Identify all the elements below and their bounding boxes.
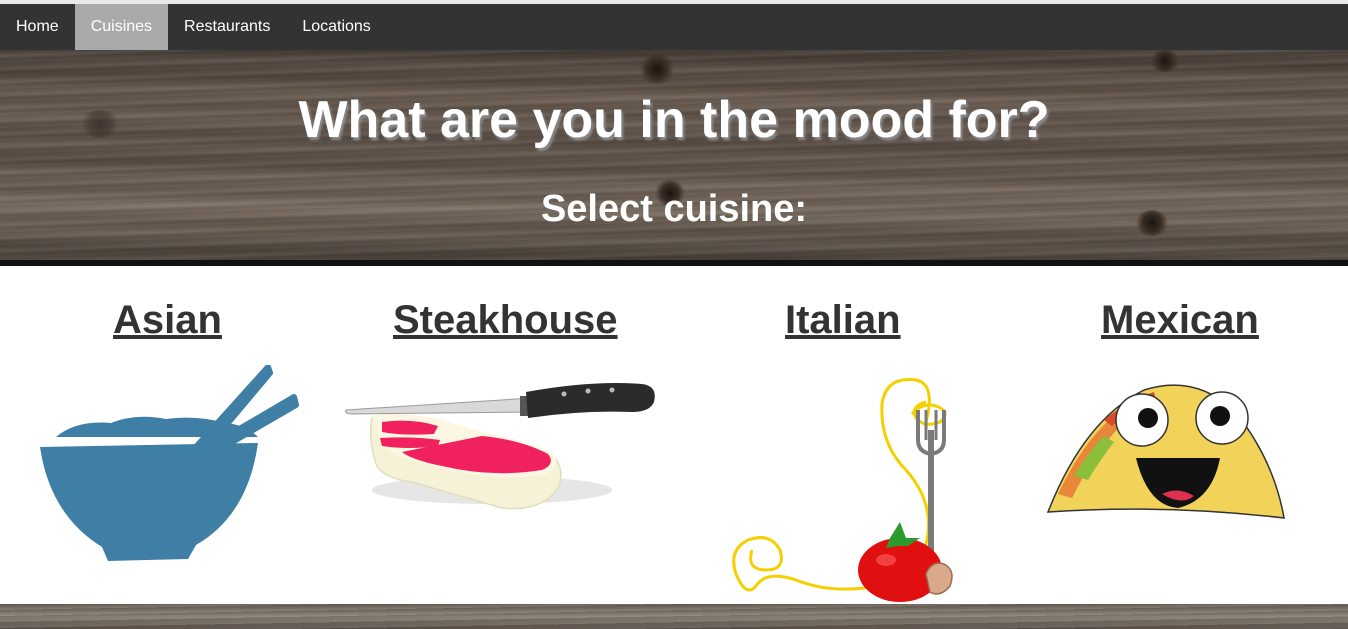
nav-locations[interactable]: Locations xyxy=(286,4,387,50)
hero-banner: What are you in the mood for? Select cui… xyxy=(0,50,1348,266)
cuisine-link-asian[interactable]: Asian xyxy=(113,298,222,343)
steak-knife-icon[interactable] xyxy=(342,378,668,516)
footer-wood-strip xyxy=(0,604,1348,629)
wood-knot xyxy=(1150,50,1180,72)
cuisine-link-mexican[interactable]: Mexican xyxy=(1101,298,1259,343)
nav-restaurants[interactable]: Restaurants xyxy=(168,4,286,50)
wood-knot xyxy=(640,54,674,84)
top-navbar: Home Cuisines Restaurants Locations xyxy=(0,4,1348,50)
page-subtitle: Select cuisine: xyxy=(540,188,808,230)
nav-cuisines[interactable]: Cuisines xyxy=(74,4,169,50)
rice-bowl-chopsticks-icon[interactable] xyxy=(36,365,300,567)
smiling-taco-icon[interactable] xyxy=(1044,380,1288,524)
cuisine-link-italian[interactable]: Italian xyxy=(785,298,901,343)
cuisine-link-steakhouse[interactable]: Steakhouse xyxy=(393,298,618,343)
spaghetti-fork-tomato-icon[interactable] xyxy=(726,374,962,606)
page-title: What are you in the mood for? xyxy=(298,91,1050,149)
nav-home[interactable]: Home xyxy=(0,4,75,50)
